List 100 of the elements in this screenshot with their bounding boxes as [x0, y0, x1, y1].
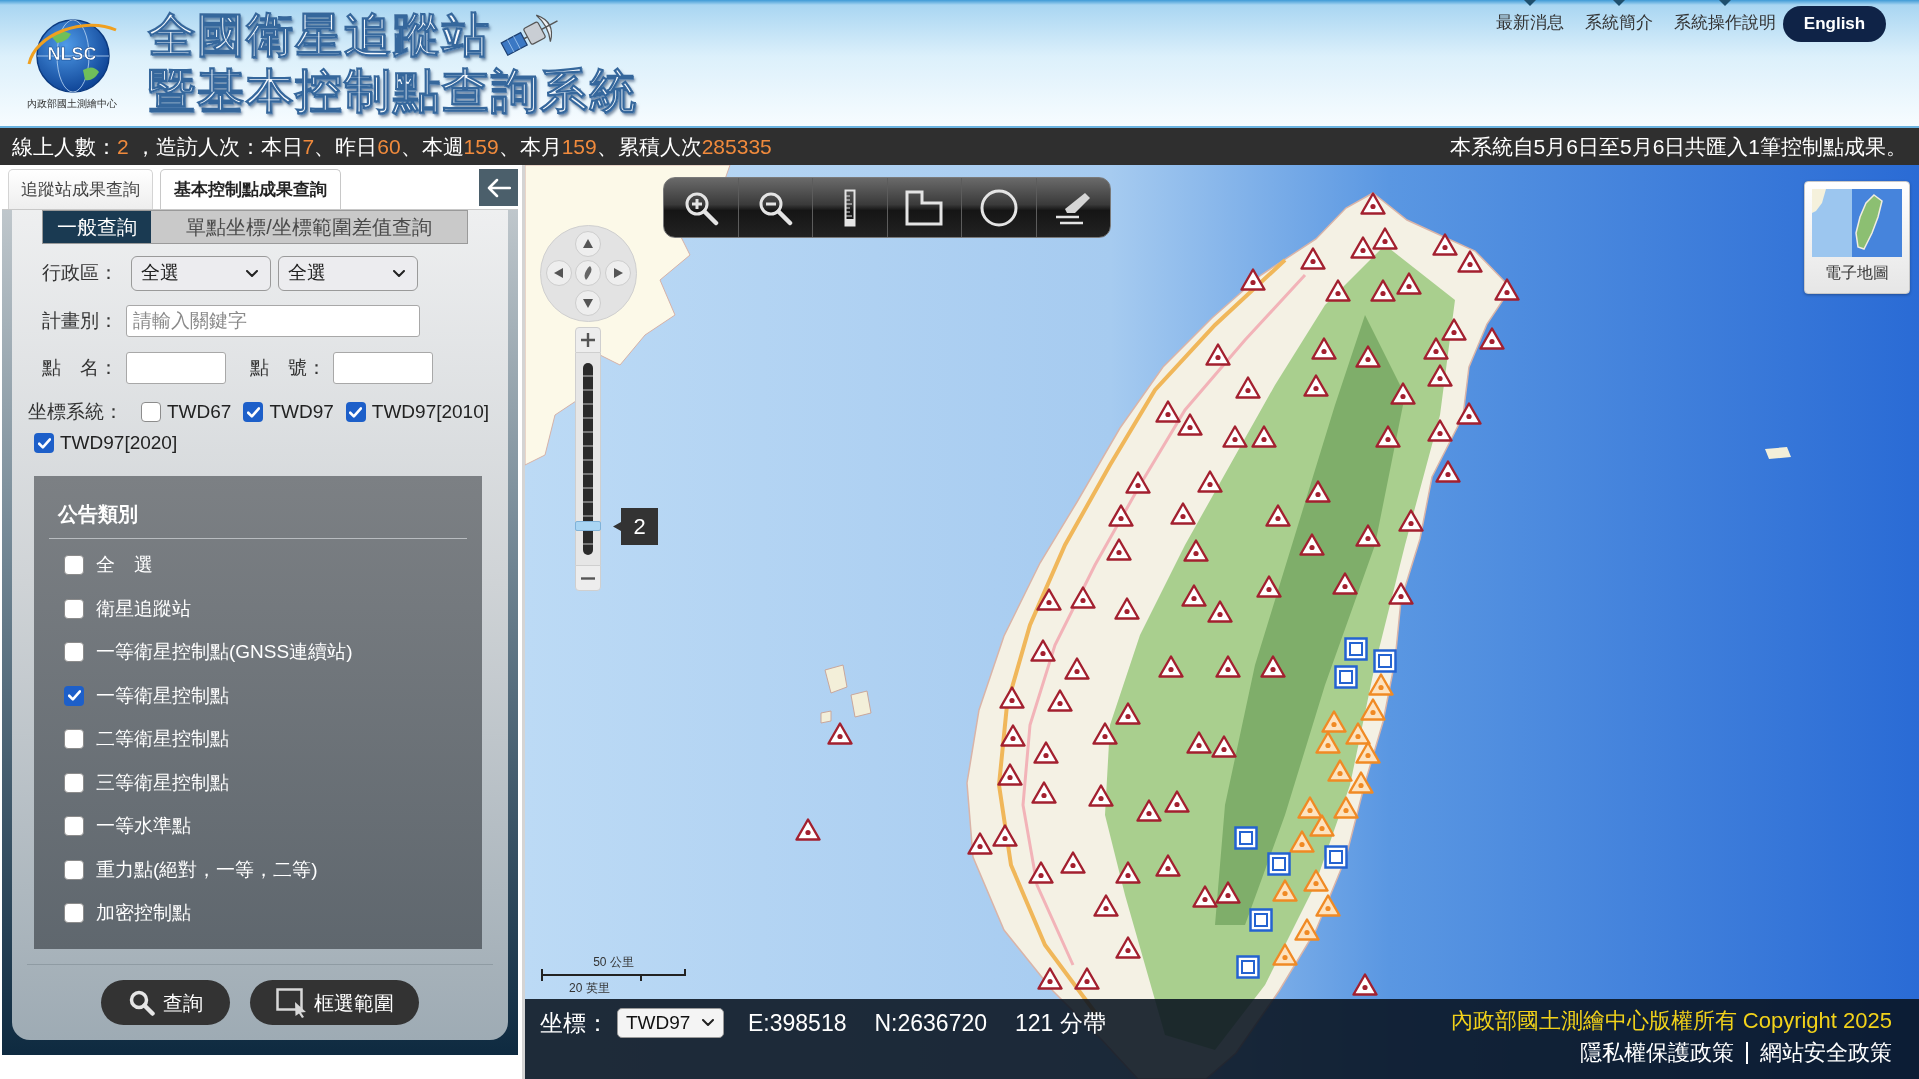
triangle-marker-icon[interactable] [1375, 425, 1401, 448]
triangle-marker-icon[interactable] [1251, 425, 1277, 448]
back-button[interactable] [479, 169, 518, 206]
triangle-marker-icon[interactable] [1299, 533, 1325, 556]
square-marker-icon[interactable] [1234, 826, 1258, 850]
triangle-marker-icon[interactable] [1260, 655, 1286, 678]
triangle-marker-icon[interactable] [1158, 655, 1184, 678]
pan-left-button[interactable] [545, 260, 572, 287]
query-tab[interactable]: 單點坐標/坐標範圍差值查詢 [151, 211, 467, 243]
coordinate-system-select[interactable]: TWD97 [617, 1008, 724, 1038]
triangle-marker-icon[interactable] [1222, 425, 1248, 448]
basemap-button[interactable]: 電子地圖 [1804, 181, 1910, 294]
district-select[interactable]: 全選 [278, 256, 418, 291]
triangle-marker-icon[interactable] [1427, 364, 1453, 387]
triangle-marker-icon[interactable] [1315, 731, 1341, 754]
triangle-marker-icon[interactable] [1170, 502, 1196, 525]
triangle-marker-icon[interactable] [1325, 279, 1351, 302]
triangle-marker-icon[interactable] [967, 832, 993, 855]
footer-link[interactable]: 網站安全政策 [1760, 1039, 1892, 1067]
triangle-marker-icon[interactable] [1360, 698, 1386, 721]
triangle-marker-icon[interactable] [1164, 790, 1190, 813]
triangle-marker-icon[interactable] [1456, 402, 1482, 425]
search-button[interactable]: 查詢 [101, 980, 230, 1025]
triangle-marker-icon[interactable] [1183, 539, 1209, 562]
triangle-marker-icon[interactable] [1125, 471, 1151, 494]
triangle-marker-icon[interactable] [1321, 710, 1347, 733]
checkbox[interactable] [64, 685, 84, 706]
square-marker-icon[interactable] [1324, 845, 1348, 869]
triangle-marker-icon[interactable] [1355, 741, 1381, 764]
query-tab[interactable]: 一般查詢 [43, 211, 151, 243]
triangle-marker-icon[interactable] [1479, 327, 1505, 350]
triangle-marker-icon[interactable] [795, 818, 821, 841]
square-marker-icon[interactable] [1373, 649, 1397, 673]
triangle-marker-icon[interactable] [1215, 881, 1241, 904]
box-select-button[interactable]: 框選範圍 [250, 980, 419, 1025]
triangle-marker-icon[interactable] [1315, 894, 1341, 917]
triangle-marker-icon[interactable] [1093, 894, 1119, 917]
checkbox[interactable] [64, 772, 84, 793]
triangle-marker-icon[interactable] [1070, 586, 1096, 609]
triangle-marker-icon[interactable] [1088, 784, 1114, 807]
checkbox[interactable] [243, 402, 264, 422]
triangle-marker-icon[interactable] [1265, 504, 1291, 527]
triangle-marker-icon[interactable] [1028, 861, 1054, 884]
triangle-marker-icon[interactable] [1181, 584, 1207, 607]
triangle-marker-icon[interactable] [1272, 879, 1298, 902]
checkbox[interactable] [64, 729, 84, 749]
triangle-marker-icon[interactable] [1211, 735, 1237, 758]
triangle-marker-icon[interactable] [1240, 268, 1266, 291]
square-marker-icon[interactable] [1344, 637, 1368, 661]
triangle-marker-icon[interactable] [1350, 236, 1376, 259]
triangle-marker-icon[interactable] [1256, 575, 1282, 598]
triangle-marker-icon[interactable] [1074, 967, 1100, 990]
checkbox[interactable] [64, 903, 84, 923]
triangle-marker-icon[interactable] [1370, 279, 1396, 302]
pan-right-button[interactable] [605, 260, 632, 287]
triangle-marker-icon[interactable] [1115, 861, 1141, 884]
triangle-marker-icon[interactable] [1348, 771, 1374, 794]
recenter-button[interactable] [575, 260, 602, 287]
triangle-marker-icon[interactable] [1398, 509, 1424, 532]
checkbox[interactable] [34, 433, 54, 453]
triangle-marker-icon[interactable] [1303, 869, 1329, 892]
point-number-input[interactable] [333, 352, 433, 384]
triangle-marker-icon[interactable] [1352, 973, 1378, 996]
nav-link[interactable]: 系統操作說明 [1674, 12, 1776, 34]
triangle-marker-icon[interactable] [1360, 192, 1386, 215]
checkbox[interactable] [64, 598, 84, 619]
triangle-marker-icon[interactable] [1030, 639, 1056, 662]
triangle-marker-icon[interactable] [1372, 227, 1398, 250]
tab[interactable]: 追蹤站成果查詢 [8, 169, 153, 209]
square-marker-icon[interactable] [1334, 665, 1358, 689]
triangle-marker-icon[interactable] [1494, 278, 1520, 301]
triangle-marker-icon[interactable] [1441, 318, 1467, 341]
square-marker-icon[interactable] [1267, 852, 1291, 876]
triangle-marker-icon[interactable] [827, 722, 853, 745]
triangle-marker-icon[interactable] [1114, 597, 1140, 620]
triangle-marker-icon[interactable] [1000, 724, 1026, 747]
triangle-marker-icon[interactable] [1297, 796, 1323, 819]
triangle-marker-icon[interactable] [1345, 722, 1371, 745]
checkbox[interactable] [345, 402, 366, 422]
triangle-marker-icon[interactable] [1396, 272, 1422, 295]
triangle-marker-icon[interactable] [1355, 345, 1381, 368]
plan-input[interactable]: 請輸入關鍵字 [126, 305, 420, 337]
triangle-marker-icon[interactable] [1106, 538, 1132, 561]
triangle-marker-icon[interactable] [1332, 572, 1358, 595]
triangle-marker-icon[interactable] [1115, 936, 1141, 959]
pan-down-button[interactable] [575, 290, 602, 317]
triangle-marker-icon[interactable] [1305, 480, 1331, 503]
triangle-marker-icon[interactable] [1136, 799, 1162, 822]
triangle-marker-icon[interactable] [1457, 250, 1483, 273]
triangle-marker-icon[interactable] [1186, 731, 1212, 754]
triangle-marker-icon[interactable] [1309, 814, 1335, 837]
triangle-marker-icon[interactable] [1155, 400, 1181, 423]
checkbox[interactable] [64, 859, 84, 880]
triangle-marker-icon[interactable] [999, 686, 1025, 709]
zoom-in-button[interactable] [575, 327, 601, 353]
nav-link[interactable]: 最新消息 [1496, 12, 1564, 34]
zoom-slider-thumb[interactable] [575, 521, 601, 532]
triangle-marker-icon[interactable] [1300, 247, 1326, 270]
checkbox[interactable] [64, 555, 84, 575]
checkbox[interactable] [64, 816, 84, 836]
